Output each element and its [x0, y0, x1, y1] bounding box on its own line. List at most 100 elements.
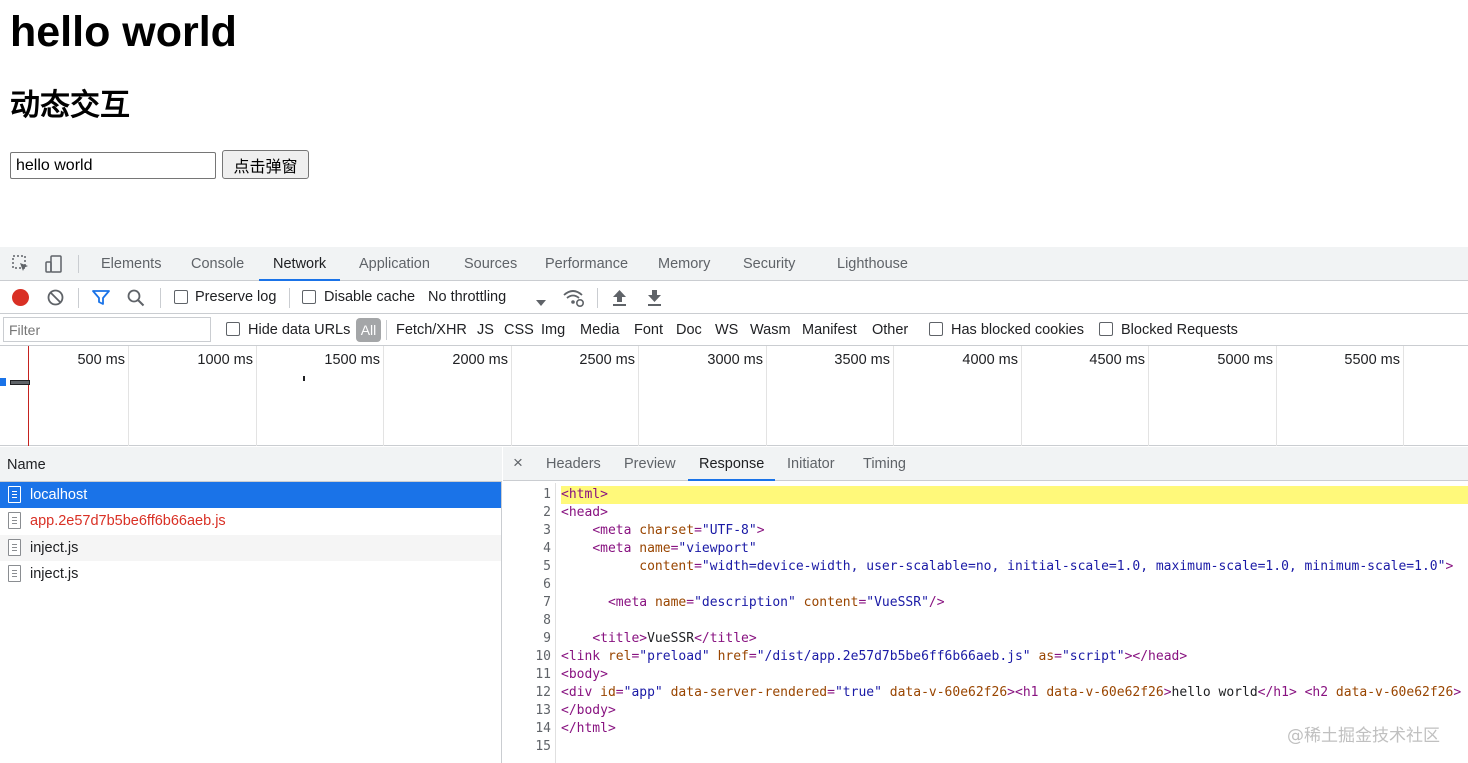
filter-input[interactable] — [3, 317, 211, 342]
blocked-requests-label: Blocked Requests — [1121, 322, 1238, 338]
download-icon[interactable] — [647, 289, 662, 309]
filter-type-css[interactable]: CSS — [504, 314, 534, 346]
filter-type-js[interactable]: JS — [477, 314, 494, 346]
line-number: 9 — [543, 631, 551, 646]
timeline-gridline — [638, 346, 639, 446]
filter-all-button[interactable]: All — [356, 318, 381, 342]
line-number: 2 — [543, 505, 551, 520]
timeline-gridline — [128, 346, 129, 446]
tab-memory[interactable]: Memory — [658, 247, 710, 281]
dom-content-loaded-marker — [28, 346, 29, 446]
tab-lighthouse[interactable]: Lighthouse — [837, 247, 908, 281]
request-bar — [10, 380, 30, 385]
popup-button[interactable]: 点击弹窗 — [222, 150, 309, 179]
preserve-log-checkbox[interactable] — [174, 290, 188, 304]
line-number: 1 — [543, 487, 551, 502]
timeline-gridline — [1276, 346, 1277, 446]
blocked-requests-checkbox[interactable] — [1099, 322, 1113, 336]
code-line: </body> — [561, 703, 616, 718]
timeline-gridline — [511, 346, 512, 446]
timeline-gridline — [1403, 346, 1404, 446]
line-number: 13 — [535, 703, 551, 718]
toolbar-divider — [289, 288, 290, 308]
request-row[interactable]: app.2e57d7b5be6ff6b66aeb.js — [0, 508, 501, 534]
line-number: 3 — [543, 523, 551, 538]
timeline-tick-label: 5000 ms — [1217, 352, 1273, 368]
tab-timing[interactable]: Timing — [863, 447, 906, 481]
filter-divider — [386, 320, 387, 340]
tab-preview[interactable]: Preview — [624, 447, 676, 481]
tab-security[interactable]: Security — [743, 247, 795, 281]
inspect-element-icon[interactable] — [11, 254, 31, 274]
filter-type-fetch[interactable]: Fetch/XHR — [396, 314, 467, 346]
upload-icon[interactable] — [612, 289, 627, 309]
request-row[interactable]: inject.js — [0, 561, 501, 587]
hide-data-urls-checkbox[interactable] — [226, 322, 240, 336]
devtools-tabbar: Elements Console Network Application Sou… — [0, 247, 1468, 281]
code-line: <meta name="viewport" — [592, 541, 757, 556]
tab-initiator[interactable]: Initiator — [787, 447, 835, 481]
filter-type-manifest[interactable]: Manifest — [802, 314, 857, 346]
timeline-tick-label: 2500 ms — [579, 352, 635, 368]
clear-icon[interactable] — [47, 289, 64, 309]
tab-elements[interactable]: Elements — [101, 247, 161, 281]
request-list: Name localhost app.2e57d7b5be6ff6b66aeb.… — [0, 447, 502, 763]
line-number: 4 — [543, 541, 551, 556]
request-row[interactable]: inject.js — [0, 535, 501, 561]
request-row[interactable]: localhost — [0, 482, 501, 508]
tab-performance[interactable]: Performance — [545, 247, 628, 281]
filter-type-img[interactable]: Img — [541, 314, 565, 346]
network-conditions-icon[interactable] — [563, 288, 585, 311]
throttling-select[interactable]: No throttling — [428, 281, 506, 314]
filter-type-doc[interactable]: Doc — [676, 314, 702, 346]
rendered-page: hello world 动态交互 点击弹窗 — [0, 0, 1468, 247]
filter-icon[interactable] — [92, 289, 110, 309]
line-number: 12 — [535, 685, 551, 700]
hide-data-urls-label: Hide data URLs — [248, 322, 351, 338]
preserve-log-label: Preserve log — [195, 289, 277, 305]
code-line: <html> — [561, 486, 1468, 504]
tab-network[interactable]: Network — [259, 247, 341, 281]
line-number: 15 — [535, 739, 551, 754]
blocked-cookies-checkbox[interactable] — [929, 322, 943, 336]
request-bar — [303, 376, 305, 381]
filter-type-media[interactable]: Media — [580, 314, 620, 346]
line-number: 14 — [535, 721, 551, 736]
filter-type-font[interactable]: Font — [634, 314, 663, 346]
search-icon[interactable] — [127, 289, 145, 310]
filter-type-other[interactable]: Other — [872, 314, 908, 346]
text-input[interactable] — [10, 152, 216, 179]
document-icon — [8, 565, 21, 582]
tab-console[interactable]: Console — [191, 247, 244, 281]
timeline-gridline — [1021, 346, 1022, 446]
tab-sources[interactable]: Sources — [464, 247, 517, 281]
tab-application[interactable]: Application — [359, 247, 430, 281]
code-line: <div id="app" data-server-rendered="true… — [561, 685, 1462, 700]
disable-cache-label: Disable cache — [324, 289, 416, 305]
devtools-panel: Elements Console Network Application Sou… — [0, 247, 1468, 763]
request-bar — [0, 378, 6, 386]
timeline-gridline — [383, 346, 384, 446]
device-toolbar-icon[interactable] — [44, 254, 64, 274]
tab-response[interactable]: Response — [688, 447, 776, 481]
network-toolbar: Preserve log Disable cache No throttling — [0, 281, 1468, 314]
filter-type-wasm[interactable]: Wasm — [750, 314, 791, 346]
code-line: <body> — [561, 667, 608, 682]
close-icon[interactable]: × — [513, 447, 523, 481]
timeline-gridline — [1148, 346, 1149, 446]
timeline-overview[interactable]: 500 ms 1000 ms 1500 ms 2000 ms 2500 ms 3000 m… — [0, 346, 1468, 446]
timeline-gridline — [766, 346, 767, 446]
filter-type-ws[interactable]: WS — [715, 314, 738, 346]
code-line: <link rel="preload" href="/dist/app.2e57… — [561, 649, 1188, 664]
timeline-tick-label: 1000 ms — [197, 352, 253, 368]
request-name: localhost — [30, 487, 88, 503]
chevron-down-icon[interactable] — [536, 294, 546, 310]
code-line: <head> — [561, 505, 608, 520]
name-column-header[interactable]: Name — [0, 447, 502, 482]
disable-cache-checkbox[interactable] — [302, 290, 316, 304]
line-number: 6 — [543, 577, 551, 592]
line-number-gutter: 1 2 3 4 5 6 7 8 9 10 11 12 13 14 15 — [503, 483, 556, 763]
record-icon[interactable] — [12, 289, 29, 306]
document-icon — [8, 486, 21, 503]
tab-headers[interactable]: Headers — [546, 447, 601, 481]
